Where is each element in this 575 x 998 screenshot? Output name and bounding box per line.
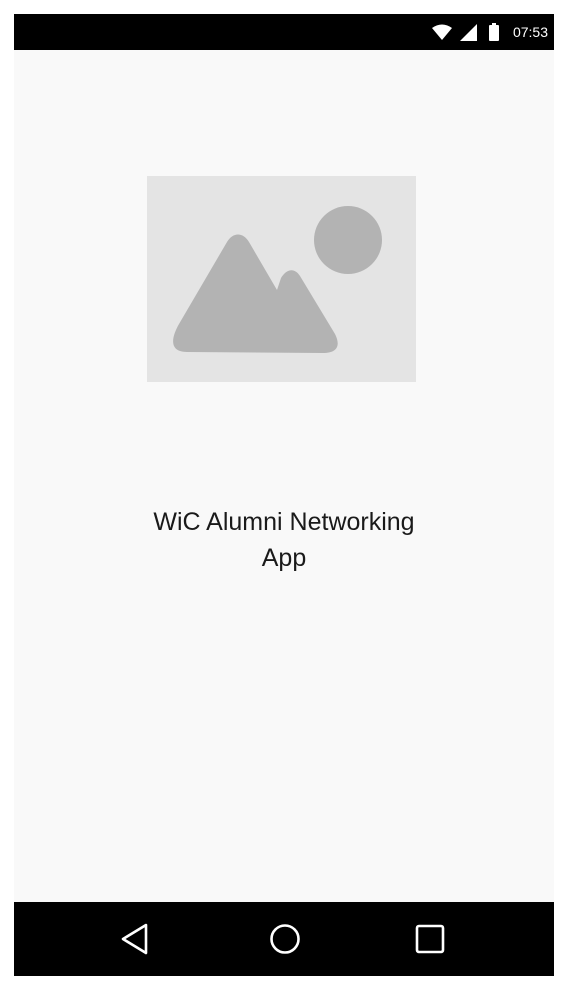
- home-circle-icon: [270, 924, 300, 954]
- app-title: WiC Alumni Networking App: [14, 504, 554, 576]
- recents-square-icon: [415, 924, 445, 954]
- recents-button[interactable]: [400, 902, 460, 976]
- image-placeholder-icon: [147, 176, 416, 382]
- app-title-line-1: WiC Alumni Networking: [153, 508, 415, 536]
- main-content: WiC Alumni Networking App: [14, 50, 554, 902]
- status-bar: 07:53: [14, 14, 554, 50]
- status-icons: 07:53: [431, 14, 548, 50]
- app-title-line-2: App: [261, 544, 307, 572]
- phone-screen: 07:53 WiC Alumni Networking App: [14, 14, 554, 976]
- navigation-bar: [14, 902, 554, 976]
- home-button[interactable]: [255, 902, 315, 976]
- back-button[interactable]: [105, 902, 165, 976]
- back-triangle-icon: [121, 923, 148, 955]
- wifi-icon: [431, 24, 452, 40]
- cellular-signal-icon: [459, 23, 477, 41]
- status-time: 07:53: [512, 24, 548, 40]
- battery-icon: [488, 23, 499, 41]
